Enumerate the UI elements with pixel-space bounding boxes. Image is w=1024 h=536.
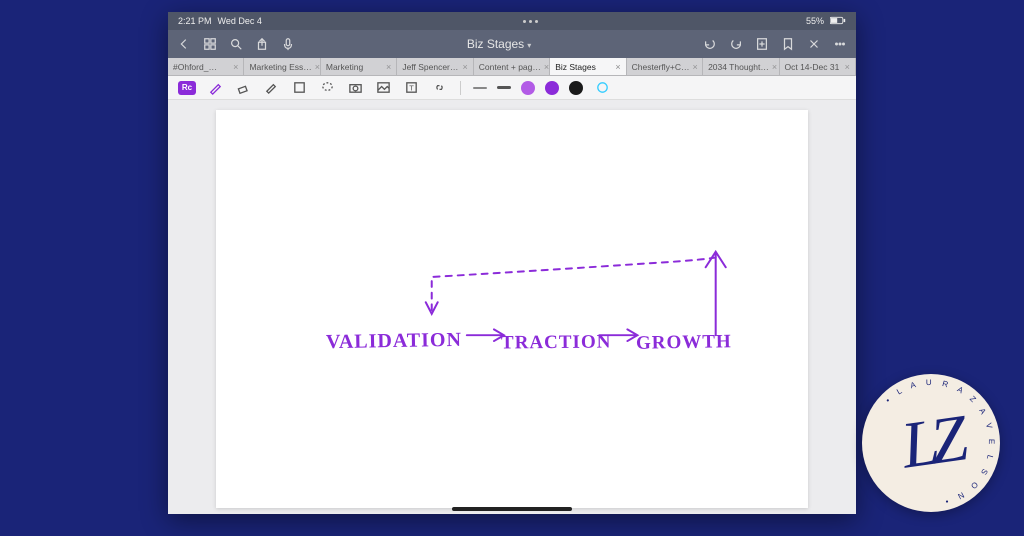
doc-tab-active[interactable]: Biz Stages× bbox=[550, 58, 626, 75]
mode-toggle[interactable]: Rc bbox=[178, 81, 196, 95]
color-swatch-black[interactable] bbox=[569, 81, 583, 95]
undo-icon[interactable] bbox=[702, 36, 718, 52]
handwritten-stage-validation: VALIDATION bbox=[326, 329, 462, 354]
tool-strip: Rc T bbox=[168, 76, 856, 100]
tab-close-icon[interactable]: × bbox=[315, 62, 320, 72]
app-toolbar: Biz Stages▾ bbox=[168, 30, 856, 58]
color-swatch-purple-light[interactable] bbox=[521, 81, 535, 95]
bookmark-icon[interactable] bbox=[780, 36, 796, 52]
document-tabs: #Ohford_…× Marketing Ess…× Marketing× Je… bbox=[168, 58, 856, 76]
image-tool-icon[interactable] bbox=[374, 79, 392, 97]
multitask-dots[interactable] bbox=[516, 20, 546, 23]
search-icon[interactable] bbox=[228, 36, 244, 52]
logo-initials: LZ bbox=[897, 401, 964, 484]
author-logo-badge: • L A U R A Z A V E L S O N • LZ bbox=[862, 374, 1000, 512]
camera-tool-icon[interactable] bbox=[346, 79, 364, 97]
tab-close-icon[interactable]: × bbox=[386, 62, 391, 72]
back-icon[interactable] bbox=[176, 36, 192, 52]
doc-tab[interactable]: 2034 Thought…× bbox=[703, 58, 779, 75]
battery-percent: 55% bbox=[806, 16, 824, 26]
status-date: Wed Dec 4 bbox=[218, 16, 262, 26]
handwritten-stage-growth: GROWTH bbox=[636, 331, 732, 355]
link-tool-icon[interactable] bbox=[430, 79, 448, 97]
doc-tab[interactable]: Content + pag…× bbox=[474, 58, 550, 75]
ipad-status-bar: 2:21 PM Wed Dec 4 55% bbox=[168, 12, 856, 30]
doc-tab[interactable]: Jeff Spencer…× bbox=[397, 58, 473, 75]
close-icon[interactable] bbox=[806, 36, 822, 52]
tab-close-icon[interactable]: × bbox=[615, 62, 620, 72]
document-title[interactable]: Biz Stages▾ bbox=[467, 37, 531, 51]
doc-tab[interactable]: Marketing× bbox=[321, 58, 397, 75]
doc-tab[interactable]: Marketing Ess…× bbox=[244, 58, 320, 75]
add-page-icon[interactable] bbox=[754, 36, 770, 52]
tab-close-icon[interactable]: × bbox=[772, 62, 777, 72]
stroke-med[interactable] bbox=[497, 86, 511, 89]
text-tool-icon[interactable]: T bbox=[402, 79, 420, 97]
tab-close-icon[interactable]: × bbox=[462, 62, 467, 72]
tab-close-icon[interactable]: × bbox=[233, 62, 238, 72]
ipad-app-window: 2:21 PM Wed Dec 4 55% Biz Stages▾ bbox=[168, 12, 856, 514]
status-time: 2:21 PM bbox=[178, 16, 212, 26]
battery-icon bbox=[830, 16, 846, 27]
lasso-tool-icon[interactable] bbox=[318, 79, 336, 97]
home-indicator[interactable] bbox=[452, 507, 572, 511]
tab-close-icon[interactable]: × bbox=[544, 62, 549, 72]
color-picker-icon[interactable] bbox=[593, 79, 611, 97]
highlighter-tool-icon[interactable] bbox=[262, 79, 280, 97]
note-page[interactable]: VALIDATION TRACTION GROWTH bbox=[216, 110, 808, 508]
share-icon[interactable] bbox=[254, 36, 270, 52]
tab-close-icon[interactable]: × bbox=[845, 62, 850, 72]
mic-icon[interactable] bbox=[280, 36, 296, 52]
tab-close-icon[interactable]: × bbox=[693, 62, 698, 72]
eraser-tool-icon[interactable] bbox=[234, 79, 252, 97]
pen-tool-icon[interactable] bbox=[206, 79, 224, 97]
grid-icon[interactable] bbox=[202, 36, 218, 52]
doc-tab[interactable]: Oct 14-Dec 31× bbox=[780, 58, 856, 75]
handwritten-stage-traction: TRACTION bbox=[501, 332, 612, 355]
doc-tab[interactable]: #Ohford_…× bbox=[168, 58, 244, 75]
shape-tool-icon[interactable] bbox=[290, 79, 308, 97]
color-swatch-purple[interactable] bbox=[545, 81, 559, 95]
doc-tab[interactable]: Chesterfly+C…× bbox=[627, 58, 703, 75]
canvas-area: VALIDATION TRACTION GROWTH bbox=[168, 100, 856, 514]
more-icon[interactable] bbox=[832, 36, 848, 52]
ink-layer bbox=[216, 110, 808, 508]
stroke-thin[interactable] bbox=[473, 87, 487, 89]
redo-icon[interactable] bbox=[728, 36, 744, 52]
svg-text:T: T bbox=[409, 83, 414, 92]
